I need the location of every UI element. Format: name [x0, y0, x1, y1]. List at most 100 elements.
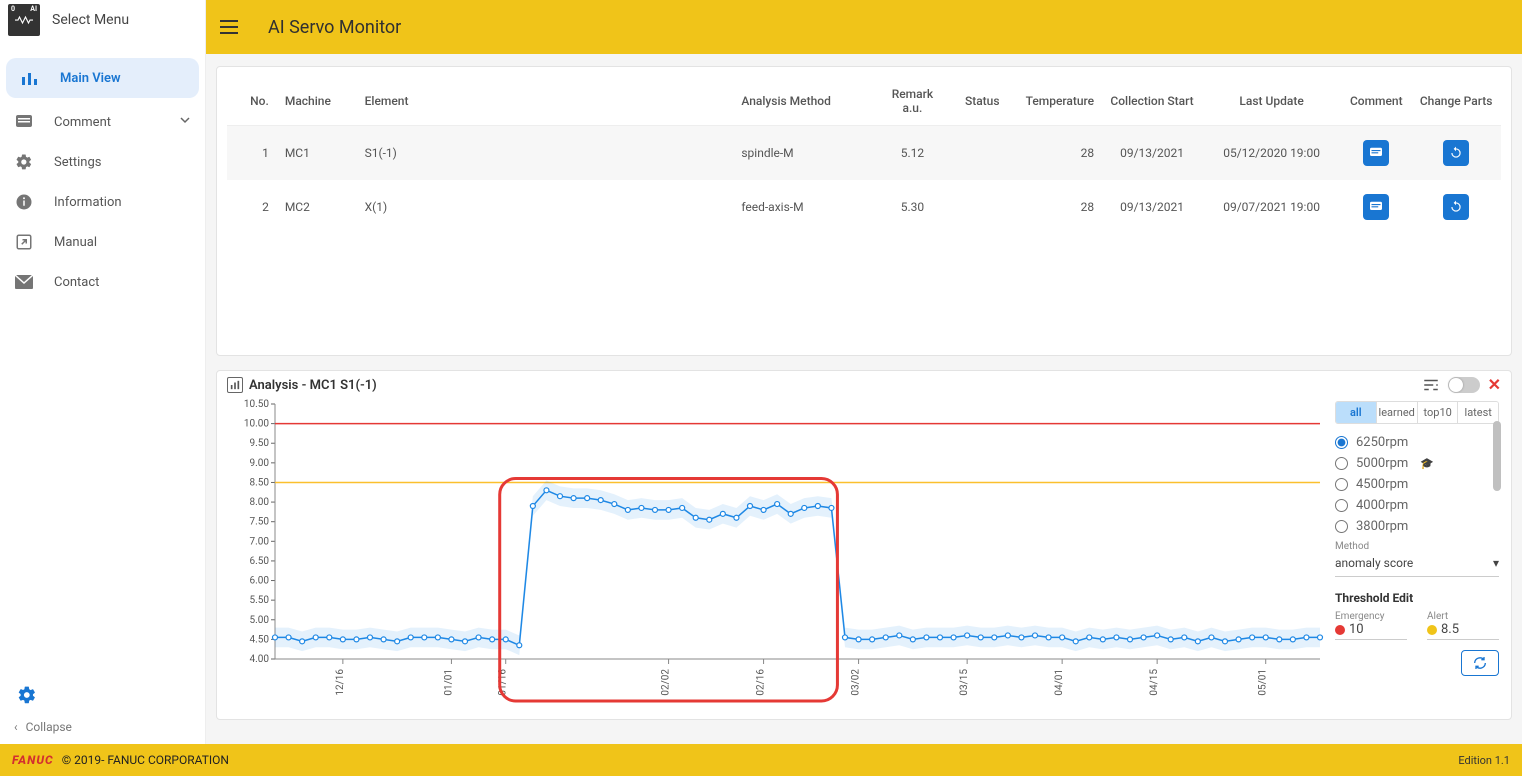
- comment-button[interactable]: [1363, 194, 1389, 220]
- sidebar-item-comment[interactable]: Comment: [0, 102, 205, 142]
- comment-icon: [14, 112, 34, 132]
- col-remark[interactable]: Remark a.u.: [873, 77, 953, 126]
- svg-text:9.50: 9.50: [250, 438, 270, 449]
- settings-gear-button[interactable]: [14, 682, 40, 708]
- cell-temperature: 28: [1012, 180, 1102, 234]
- sidebar-item-settings[interactable]: Settings: [0, 142, 205, 182]
- red-dot-icon: [1335, 625, 1345, 635]
- emergency-value: 10: [1349, 622, 1364, 637]
- rpm-label: 4500rpm: [1356, 477, 1408, 492]
- svg-text:8.00: 8.00: [250, 497, 270, 508]
- scrollbar-thumb[interactable]: [1493, 421, 1501, 491]
- svg-text:4.00: 4.00: [250, 654, 270, 665]
- tab-all[interactable]: all: [1336, 402, 1377, 423]
- col-machine[interactable]: Machine: [277, 77, 357, 126]
- svg-text:01/16: 01/16: [498, 669, 509, 696]
- main: AI Servo Monitor No. Machine Element Ana…: [206, 0, 1522, 744]
- col-temperature[interactable]: Temperature: [1012, 77, 1102, 126]
- rpm-radio[interactable]: [1335, 520, 1348, 533]
- emergency-value-field[interactable]: 10: [1335, 622, 1407, 640]
- rpm-label: 5000rpm: [1356, 456, 1408, 471]
- rpm-option[interactable]: 5000rpm 🎓: [1335, 453, 1499, 474]
- col-comment[interactable]: Comment: [1341, 77, 1411, 126]
- cell-machine: MC2: [277, 180, 357, 234]
- sidebar-item-information[interactable]: Information: [0, 182, 205, 222]
- alert-value-field[interactable]: 8.5: [1427, 622, 1499, 640]
- cell-element: X(1): [357, 180, 734, 234]
- alert-value: 8.5: [1441, 622, 1459, 637]
- rpm-option[interactable]: 4500rpm: [1335, 474, 1499, 495]
- sidebar-item-contact[interactable]: Contact: [0, 262, 205, 302]
- col-status[interactable]: Status: [952, 77, 1012, 126]
- table-row[interactable]: 2 MC2 X(1) feed-axis-M 5.30 28 09/13/202…: [227, 180, 1501, 234]
- cell-no: 2: [227, 180, 277, 234]
- svg-text:05/01: 05/01: [1258, 669, 1269, 696]
- alert-label: Alert: [1427, 611, 1499, 622]
- rpm-option[interactable]: 6250rpm: [1335, 432, 1499, 453]
- mail-icon: [14, 272, 34, 292]
- svg-text:12/16: 12/16: [335, 669, 346, 696]
- cell-status: [952, 126, 1012, 181]
- rpm-option[interactable]: 3800rpm: [1335, 516, 1499, 537]
- svg-text:01/01: 01/01: [443, 669, 454, 696]
- cell-collection-start: 09/13/2021: [1102, 126, 1202, 181]
- method-select[interactable]: anomaly score ▾: [1335, 552, 1499, 577]
- method-label: Method: [1335, 541, 1499, 552]
- change-parts-button[interactable]: [1443, 140, 1469, 166]
- logo-row: 0 AI Select Menu: [0, 0, 205, 40]
- cell-remark: 5.12: [873, 126, 953, 181]
- cell-analysis-method: feed-axis-M: [733, 180, 872, 234]
- svg-text:03/15: 03/15: [959, 669, 970, 696]
- cell-machine: MC1: [277, 126, 357, 181]
- cell-collection-start: 09/13/2021: [1102, 180, 1202, 234]
- svg-text:10.00: 10.00: [244, 419, 269, 430]
- rpm-option[interactable]: 4000rpm: [1335, 495, 1499, 516]
- col-no[interactable]: No.: [227, 77, 277, 126]
- rpm-radio[interactable]: [1335, 457, 1348, 470]
- col-last-update[interactable]: Last Update: [1202, 77, 1341, 126]
- svg-text:02/16: 02/16: [756, 669, 767, 696]
- svg-text:04/01: 04/01: [1054, 669, 1065, 696]
- chart-area[interactable]: 10.5010.009.509.008.508.007.507.006.506.…: [225, 379, 1327, 711]
- svg-text:10.50: 10.50: [244, 399, 269, 410]
- graduation-cap-icon: 🎓: [1420, 457, 1434, 470]
- svg-text:7.00: 7.00: [250, 536, 270, 547]
- gear-icon: [14, 152, 34, 172]
- refresh-button[interactable]: [1461, 650, 1499, 676]
- svg-text:9.00: 9.00: [250, 458, 270, 469]
- nav: Main View Comment Settings Information M…: [0, 54, 205, 674]
- sidebar-item-main-view[interactable]: Main View: [6, 58, 199, 98]
- col-element[interactable]: Element: [357, 77, 734, 126]
- svg-text:04/15: 04/15: [1149, 669, 1160, 696]
- table-row[interactable]: 1 MC1 S1(-1) spindle-M 5.12 28 09/13/202…: [227, 126, 1501, 181]
- sidebar-item-label: Manual: [54, 235, 97, 250]
- comment-button[interactable]: [1363, 140, 1389, 166]
- col-change-parts[interactable]: Change Parts: [1411, 77, 1501, 126]
- rpm-radio[interactable]: [1335, 436, 1348, 449]
- menu-icon[interactable]: [220, 15, 244, 39]
- open-in-new-icon: [14, 232, 34, 252]
- rpm-radio[interactable]: [1335, 499, 1348, 512]
- change-parts-button[interactable]: [1443, 194, 1469, 220]
- tab-top10[interactable]: top10: [1418, 402, 1459, 423]
- cell-temperature: 28: [1012, 126, 1102, 181]
- tab-learned[interactable]: learned: [1377, 402, 1418, 423]
- info-icon: [14, 192, 34, 212]
- rpm-radio[interactable]: [1335, 478, 1348, 491]
- svg-text:02/02: 02/02: [661, 669, 672, 696]
- bars-icon: [20, 68, 40, 88]
- col-collection-start[interactable]: Collection Start: [1102, 77, 1202, 126]
- cell-status: [952, 180, 1012, 234]
- tab-latest[interactable]: latest: [1458, 402, 1498, 423]
- cell-last-update: 09/07/2021 19:00: [1202, 180, 1341, 234]
- sidebar-item-label: Contact: [54, 275, 99, 290]
- data-table: No. Machine Element Analysis Method Rema…: [227, 77, 1501, 234]
- data-table-card: No. Machine Element Analysis Method Rema…: [216, 66, 1512, 356]
- collapse-button[interactable]: ‹ Collapse: [14, 720, 191, 734]
- sidebar-item-label: Settings: [54, 155, 101, 170]
- col-analysis-method[interactable]: Analysis Method: [733, 77, 872, 126]
- sidebar-item-manual[interactable]: Manual: [0, 222, 205, 262]
- svg-text:5.50: 5.50: [250, 595, 270, 606]
- sidebar-item-label: Main View: [60, 71, 121, 86]
- chevron-down-icon: [179, 114, 191, 130]
